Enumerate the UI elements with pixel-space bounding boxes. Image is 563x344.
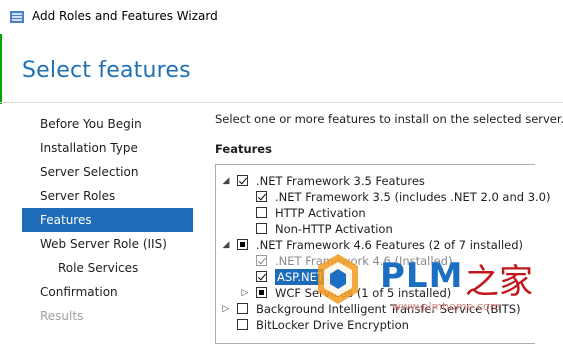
feature-checkbox[interactable] (256, 223, 267, 234)
feature-label: HTTP Activation (275, 206, 366, 220)
nav-item-results: Results (40, 309, 84, 323)
feature-label: Background Intelligent Transfer Service … (256, 302, 521, 316)
header-divider (0, 102, 563, 103)
expander-placeholder (239, 253, 251, 269)
feature-label: WCF Services (1 of 5 installed) (275, 286, 452, 300)
feature-tree-row[interactable]: BitLocker Drive Encryption (216, 317, 534, 333)
feature-label: .NET Framework 4.6 (Installed) (275, 254, 453, 268)
collapse-arrow-icon[interactable]: ◢ (220, 173, 232, 189)
expander-placeholder (239, 205, 251, 221)
feature-label: .NET Framework 4.6 Features (2 of 7 inst… (256, 238, 524, 252)
window-accent-bar (0, 34, 2, 104)
feature-checkbox (256, 255, 267, 266)
feature-tree-row[interactable]: ◢ .NET Framework 3.5 Features (216, 173, 534, 189)
intro-text: Select one or more features to install o… (215, 112, 563, 126)
features-heading: Features (215, 142, 272, 156)
feature-label: .NET Framework 3.5 Features (256, 174, 425, 188)
window-title: Add Roles and Features Wizard (32, 9, 218, 23)
feature-label: Non-HTTP Activation (275, 222, 393, 236)
nav-item-features[interactable]: Features (22, 208, 193, 232)
feature-label: .NET Framework 3.5 (includes .NET 2.0 an… (275, 190, 551, 204)
server-manager-icon (10, 11, 24, 23)
feature-checkbox[interactable] (256, 271, 267, 282)
feature-label: ASP.NET 4.6 (275, 269, 348, 285)
feature-tree-row[interactable]: .NET Framework 3.5 (includes .NET 2.0 an… (216, 189, 550, 205)
expander-placeholder (239, 269, 251, 285)
page-title: Select features (22, 58, 191, 83)
expander-placeholder (239, 221, 251, 237)
expand-arrow-icon[interactable]: ▷ (220, 301, 232, 317)
feature-checkbox[interactable] (256, 287, 267, 298)
expander-placeholder (220, 317, 232, 333)
expand-arrow-icon[interactable]: ▷ (239, 285, 251, 301)
feature-tree-row[interactable]: Non-HTTP Activation (216, 221, 534, 237)
nav-item-web-server-role-iis[interactable]: Web Server Role (IIS) (22, 232, 193, 256)
feature-checkbox[interactable] (237, 175, 248, 186)
feature-checkbox[interactable] (256, 207, 267, 218)
feature-tree-row[interactable]: ▷ WCF Services (1 of 5 installed) (216, 285, 534, 301)
feature-tree-row[interactable]: HTTP Activation (216, 205, 534, 221)
feature-tree-row[interactable]: ▷ Background Intelligent Transfer Service… (216, 301, 534, 317)
feature-checkbox[interactable] (256, 191, 267, 202)
nav-item-confirmation[interactable]: Confirmation (22, 280, 193, 304)
feature-checkbox[interactable] (237, 319, 248, 330)
feature-checkbox[interactable] (237, 239, 248, 250)
nav-item-before-you-begin[interactable]: Before You Begin (22, 112, 193, 136)
feature-checkbox[interactable] (237, 303, 248, 314)
wizard-nav: Before You Begin Installation Type Server … (22, 112, 193, 328)
feature-tree-row[interactable]: ASP.NET 4.6 (216, 269, 534, 285)
features-tree[interactable]: ◢ .NET Framework 3.5 Features .NET Framewo… (215, 164, 550, 344)
title-bar: Add Roles and Features Wizard (0, 0, 563, 34)
nav-item-server-roles[interactable]: Server Roles (22, 184, 193, 208)
feature-label: BitLocker Drive Encryption (256, 318, 409, 332)
feature-tree-row[interactable]: .NET Framework 4.6 (Installed) (216, 253, 534, 269)
nav-item-server-selection[interactable]: Server Selection (22, 160, 193, 184)
expander-placeholder (239, 189, 251, 205)
feature-tree-row[interactable]: ◢ .NET Framework 4.6 Features (2 of 7 ins… (216, 237, 534, 253)
nav-item-installation-type[interactable]: Installation Type (22, 136, 193, 160)
collapse-arrow-icon[interactable]: ◢ (220, 237, 232, 253)
nav-item-role-services[interactable]: Role Services (22, 256, 193, 280)
